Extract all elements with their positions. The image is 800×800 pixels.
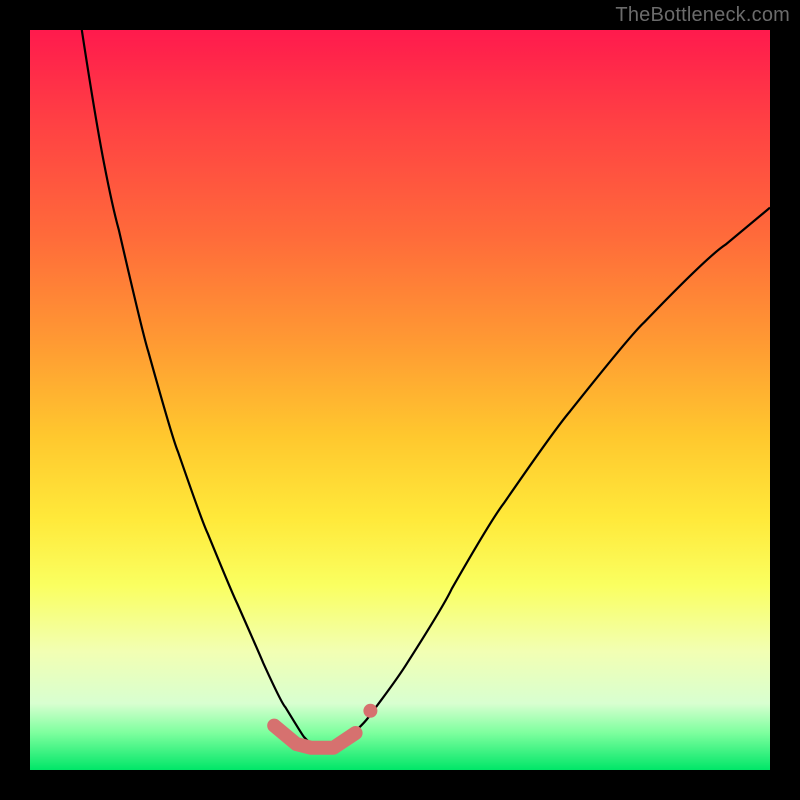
minimum-marker — [274, 726, 355, 748]
bottleneck-curve — [82, 30, 770, 749]
plot-area — [30, 30, 770, 770]
chart-svg — [30, 30, 770, 770]
minimum-marker-dot — [363, 704, 377, 718]
chart-frame: TheBottleneck.com — [0, 0, 800, 800]
watermark-text: TheBottleneck.com — [615, 4, 790, 27]
